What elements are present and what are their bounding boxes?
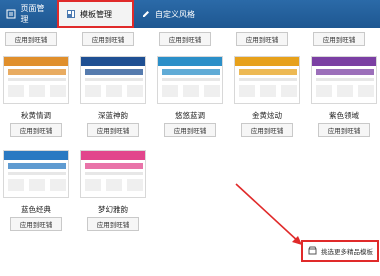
more-templates-label: 挑选更多精品模板 — [321, 248, 373, 256]
more-templates-link[interactable]: 挑选更多精品模板 — [301, 240, 379, 262]
annotation-arrow — [235, 183, 302, 245]
store-icon — [308, 246, 317, 257]
